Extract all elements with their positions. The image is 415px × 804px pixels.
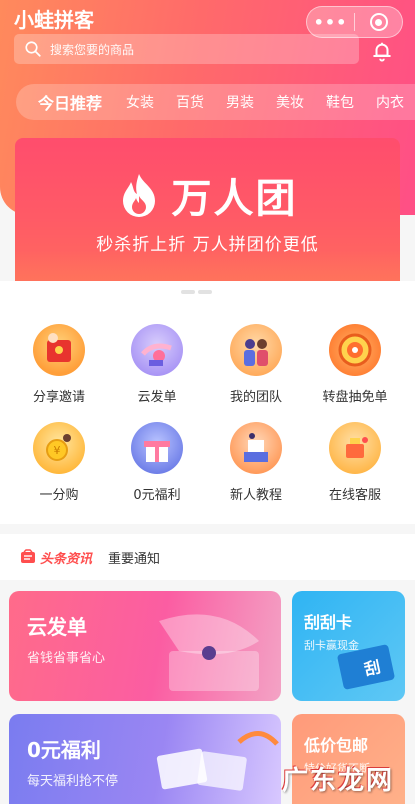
grid-item-penny-buy[interactable]: ¥ 一分购 [9,422,109,503]
banner-subtitle: 秒杀折上折 万人拼团价更低 [96,235,319,255]
tab-underwear[interactable]: 内衣 [376,92,404,112]
promo-banner[interactable]: 万人团 秒杀折上折 万人拼团价更低 [15,138,400,281]
category-tabs: 今日推荐 女装 百货 男装 美妆 鞋包 内衣 [16,84,415,120]
close-mini-program-button[interactable] [355,13,402,31]
tab-beauty[interactable]: 美妆 [276,92,304,112]
tab-general[interactable]: 百货 [176,92,204,112]
tab-shoes-bags[interactable]: 鞋包 [326,92,354,112]
tab-men[interactable]: 男装 [226,92,254,112]
carousel-indicator [181,290,215,294]
card-subtitle: 省钱省事省心 [27,651,106,666]
carousel-dot [198,290,212,294]
grid-item-cloud-send[interactable]: 云发单 [107,324,207,405]
news-bar[interactable]: 头条资讯 重要通知 [0,534,415,580]
grid-item-my-team[interactable]: 我的团队 [206,324,306,405]
news-icon [21,549,35,563]
grid-label: 分享邀请 [32,390,85,405]
svg-text:¥: ¥ [54,444,61,457]
free-welfare-card[interactable]: 0元福利 每天福利抢不停 [9,714,281,804]
flame-icon [122,174,155,217]
grid-item-customer-service[interactable]: 在线客服 [305,422,405,503]
team-icon [230,324,282,376]
app-title: 小蛙拼客 [14,8,94,32]
card-subtitle: 刮卡赢现金 [304,639,359,652]
grid-item-wheel-draw[interactable]: 转盘抽免单 [305,324,405,405]
grid-label: 在线客服 [328,488,381,503]
grid-label: 我的团队 [229,390,282,405]
search-placeholder: 搜索您要的商品 [50,42,135,57]
tab-today[interactable]: 今日推荐 [38,90,102,114]
banner-title: 万人团 [171,176,298,222]
watermark: 广东龙网 [282,766,395,796]
card-title: 低价包邮 [304,736,369,755]
scratch-card[interactable]: 刮 刮刮卡 刮卡赢现金 [292,591,405,701]
gift-box-icon [131,422,183,474]
coin-icon: ¥ [33,422,85,474]
card-title: 0元福利 [27,738,101,762]
grid-label: 新人教程 [229,488,282,503]
news-tag: 头条资讯 [40,551,93,567]
grid-item-free-welfare[interactable]: 0元福利 [107,422,207,503]
red-envelope-icon [33,324,85,376]
tab-women[interactable]: 女装 [126,92,154,112]
grid-label: 0元福利 [133,488,181,503]
grid-item-newbie-tutorial[interactable]: 新人教程 [206,422,306,503]
grid-label: 一分购 [39,488,79,503]
grid-label: 云发单 [137,390,177,405]
search-input[interactable]: 搜索您要的商品 [14,34,359,64]
card-title: 云发单 [27,615,87,639]
card-title: 刮刮卡 [304,613,353,632]
customer-service-icon [329,422,381,474]
target-icon [369,13,388,31]
more-menu-button[interactable]: ••• [307,13,354,32]
bell-icon[interactable] [371,40,393,62]
news-text[interactable]: 重要通知 [108,548,160,567]
grid-item-share-invite[interactable]: 分享邀请 [9,324,109,405]
cloud-send-icon [131,324,183,376]
carousel-dot [181,290,195,294]
cloud-send-illustration [159,614,259,691]
search-icon [25,41,41,57]
tutorial-icon [230,422,282,474]
card-subtitle: 每天福利抢不停 [27,774,119,789]
wheel-icon [329,324,381,376]
cloud-send-card[interactable]: 云发单 省钱省事省心 [9,591,281,701]
grid-label: 转盘抽免单 [322,390,388,405]
